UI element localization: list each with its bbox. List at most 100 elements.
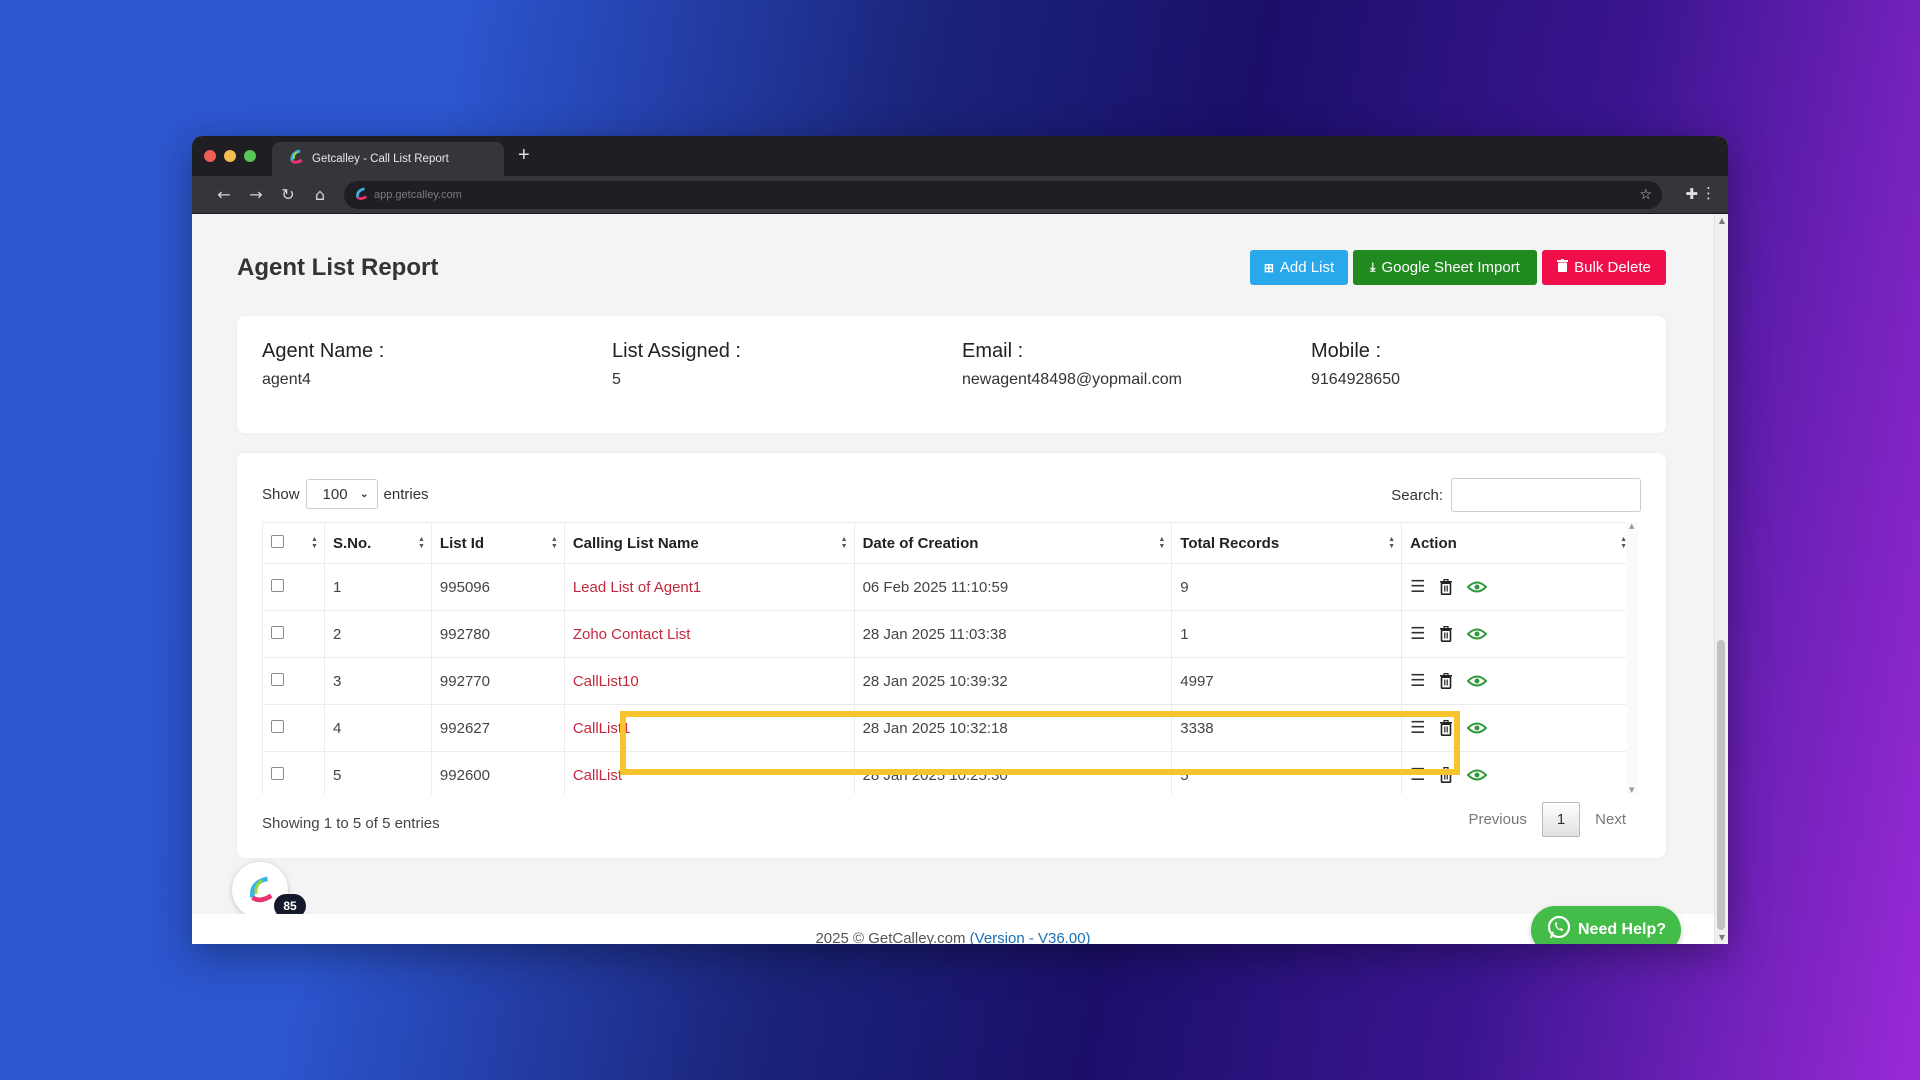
page-scroll-thumb[interactable] [1717,640,1725,930]
sno-cell: 4 [323,704,432,752]
show-label: Show [262,485,300,503]
row-checkbox[interactable] [271,719,284,733]
eye-icon[interactable] [1467,580,1488,594]
calling-list-name-link[interactable]: CallList [563,751,855,794]
browser-window: Getcalley - Call List Report + ← → ↻ ⌂ a… [192,136,1728,944]
need-help-button[interactable]: Need Help? [1531,906,1681,944]
lists-assigned-value: 5 [612,371,621,388]
row-select-cell[interactable] [262,751,325,794]
column-header-calling-list-name[interactable]: Calling List Name ▲ ▼ [563,522,855,564]
total-records-cell: 9 [1171,563,1403,611]
eye-icon[interactable] [1467,768,1488,782]
bookmark-star-icon[interactable]: ☆ [1639,187,1652,203]
forward-icon[interactable]: → [240,185,272,204]
date-of-creation-cell: 28 Jan 2025 10:25:30 [853,751,1173,794]
agent-info-card: Agent Name : agent4 List Assigned : 5 Em… [237,316,1666,433]
scroll-up-arrow-icon[interactable]: ▲ [1629,522,1634,530]
eye-icon[interactable] [1467,674,1488,688]
address-bar[interactable]: app.getcalley.com ☆ [344,181,1662,209]
table-scrollbar[interactable]: ▲ ▼ [1626,522,1638,794]
calling-list-name-link[interactable]: CallList1 [563,704,855,752]
page-scrollbar[interactable]: ▲ ▼ [1714,214,1728,944]
scroll-down-arrow-icon[interactable]: ▼ [1629,786,1634,794]
list-icon[interactable]: ☰ [1410,671,1425,691]
reload-icon[interactable]: ↻ [272,185,304,204]
list-icon[interactable]: ☰ [1410,577,1425,597]
page-viewport: ▲ ▼ Agent List Report ⊞ Add List ⤓ Googl… [192,214,1728,944]
column-header-list-id[interactable]: List Id ▲ ▼ [430,522,565,564]
select-all-header[interactable]: ▲ ▼ [262,522,325,564]
trash-icon[interactable] [1439,673,1453,689]
action-cell: ☰ [1401,751,1634,794]
chevron-down-icon: ⌄ [360,488,369,500]
trash-icon[interactable] [1439,579,1453,595]
list-icon[interactable]: ☰ [1410,765,1425,785]
row-checkbox[interactable] [271,625,284,639]
row-checkbox[interactable] [271,672,284,686]
next-page-button[interactable]: Next [1580,802,1641,837]
scroll-up-arrow-icon[interactable]: ▲ [1719,216,1725,225]
calling-list-name-link[interactable]: CallList10 [563,657,855,705]
home-icon[interactable]: ⌂ [304,185,336,204]
call-list-table-card: Show 100 ⌄ entries Search: ▲ ▼ S.No. ▲ ▼… [237,453,1666,858]
sort-icon[interactable]: ▲ ▼ [418,536,425,550]
mobile-label: Mobile : [1311,340,1382,362]
getcalley-logo-icon [249,876,273,903]
calling-list-name-link[interactable]: Zoho Contact List [563,610,855,658]
list-icon[interactable]: ☰ [1410,718,1425,738]
select-all-checkbox[interactable] [271,534,284,548]
eye-icon[interactable] [1467,627,1488,641]
trash-icon[interactable] [1439,626,1453,642]
list-id-cell: 992780 [430,610,565,658]
page-size-value: 100 [322,485,348,503]
sort-icon[interactable]: ▲ ▼ [1388,536,1395,550]
sort-icon[interactable]: ▲ ▼ [551,536,558,550]
page-footer: 2025 © GetCalley.com (Version - V36.00) [192,914,1714,944]
row-checkbox[interactable] [271,578,284,592]
trash-icon[interactable] [1439,720,1453,736]
column-header-date-of-creation[interactable]: Date of Creation ▲ ▼ [853,522,1173,564]
site-favicon-icon [354,186,368,205]
row-select-cell[interactable] [262,610,325,658]
list-icon[interactable]: ☰ [1410,624,1425,644]
entries-label: entries [383,485,429,503]
row-select-cell[interactable] [262,657,325,705]
browser-toolbar: ← → ↻ ⌂ app.getcalley.com ☆ ✚ ⋮ [192,176,1728,214]
row-checkbox[interactable] [271,766,284,780]
column-header-total-records[interactable]: Total Records ▲ ▼ [1171,522,1403,564]
previous-page-button[interactable]: Previous [1453,802,1541,837]
email-label: Email : [962,340,1024,362]
scroll-down-arrow-icon[interactable]: ▼ [1719,933,1725,942]
lists-assigned-field: List Assigned : 5 [612,340,741,389]
search-input[interactable] [1451,478,1641,512]
sort-icon[interactable]: ▲ ▼ [311,536,318,550]
new-tab-button[interactable]: + [518,144,530,167]
calling-list-name-link[interactable]: Lead List of Agent1 [563,563,855,611]
browser-tab[interactable]: Getcalley - Call List Report [272,142,504,176]
page-1-button[interactable]: 1 [1541,802,1581,837]
eye-icon[interactable] [1467,721,1488,735]
minimize-window-button[interactable] [224,150,236,162]
row-select-cell[interactable] [262,563,325,611]
table-scroll-area[interactable]: ▲ ▼ S.No. ▲ ▼ List Id ▲ ▼ Calling List Name ▲ ▼… [262,522,1638,794]
maximize-window-button[interactable] [244,150,256,162]
total-records-cell: 1 [1171,610,1403,658]
back-icon[interactable]: ← [208,185,240,204]
row-select-cell[interactable] [262,704,325,752]
column-header-sno[interactable]: S.No. ▲ ▼ [323,522,432,564]
page-size-select[interactable]: 100 ⌄ [305,479,378,509]
version-link[interactable]: (Version - V36.00) [970,930,1091,944]
trash-icon[interactable] [1439,767,1453,783]
column-header-action[interactable]: Action ▲ ▼ [1401,522,1634,564]
sno-cell: 3 [323,657,432,705]
google-sheet-import-button[interactable]: ⤓ Google Sheet Import [1353,250,1537,285]
tab-bar: Getcalley - Call List Report + [192,136,1728,176]
close-window-button[interactable] [204,150,216,162]
extensions-icon[interactable]: ✚ [1685,185,1698,203]
add-list-button[interactable]: ⊞ Add List [1250,250,1348,285]
sort-icon[interactable]: ▲ ▼ [1158,536,1165,550]
bulk-delete-button[interactable]: Bulk Delete [1542,250,1666,285]
email-field: Email : newagent48498@yopmail.com [962,340,1182,389]
browser-menu-icon[interactable]: ⋮ [1701,184,1716,202]
sort-icon[interactable]: ▲ ▼ [841,536,848,550]
